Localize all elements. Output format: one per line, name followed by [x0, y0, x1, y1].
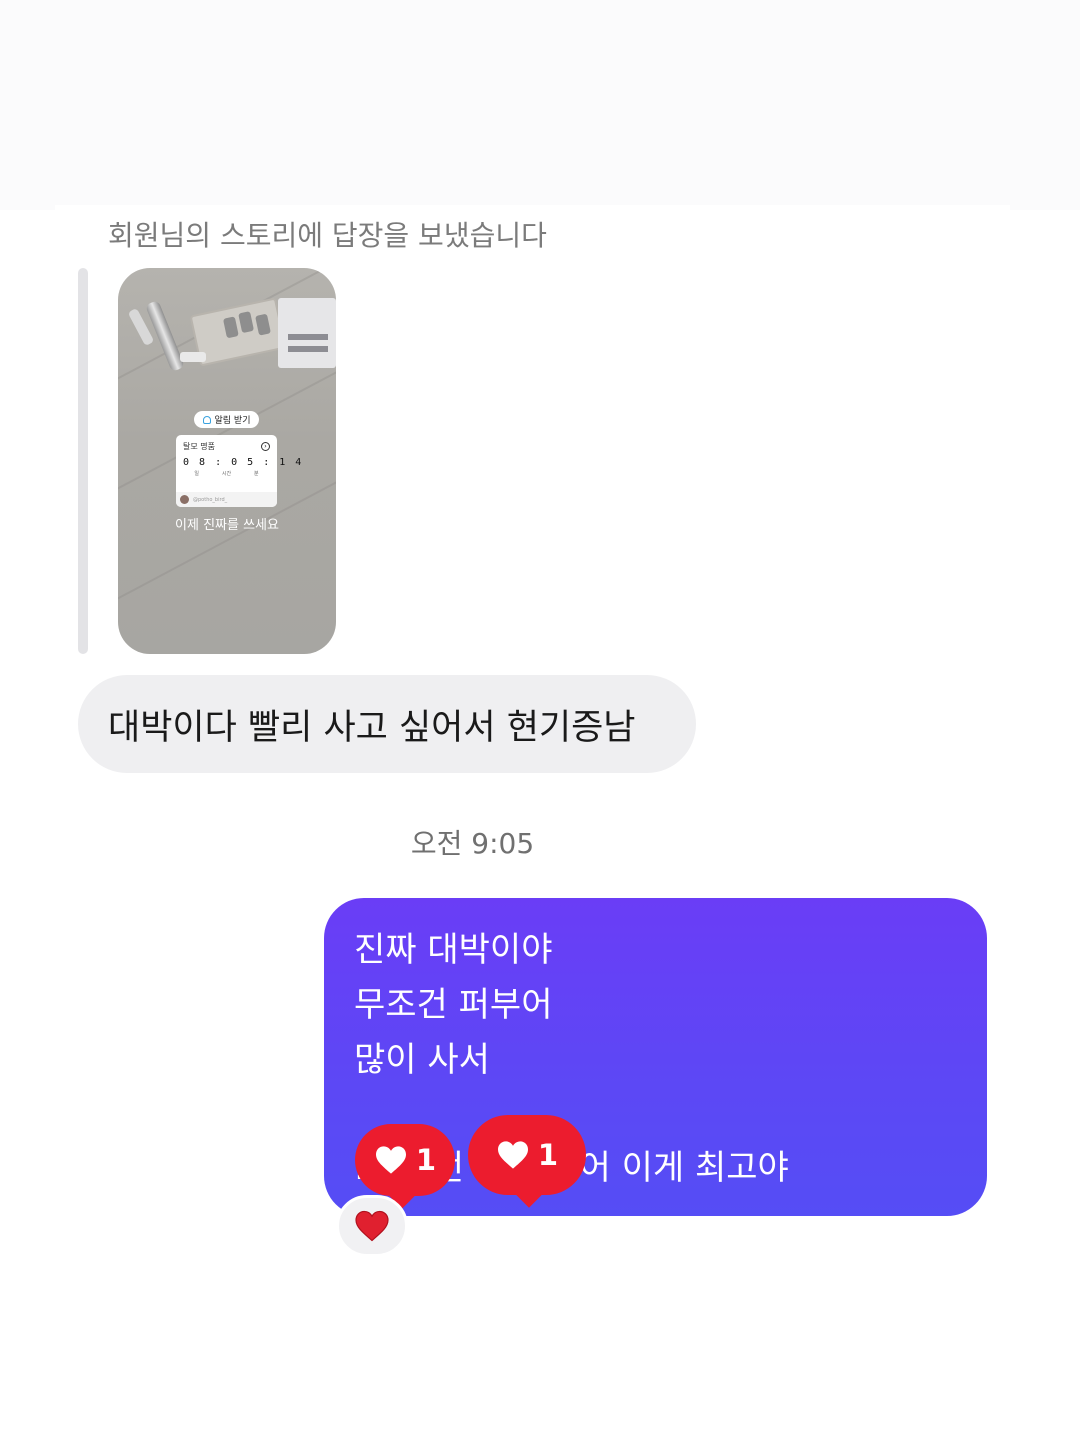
countdown-sticker: 탈모 명품 › 0 8 : 0 5 : 1 4 일 시간 분 @potho_bi…	[176, 435, 304, 507]
countdown-title: 탈모 명품	[183, 442, 215, 451]
sent-message-line: 많이 사서	[354, 1040, 490, 1080]
like-count: 1	[415, 1143, 437, 1177]
like-count-badge[interactable]: 1	[355, 1124, 455, 1209]
chevron-right-icon: ›	[261, 442, 270, 451]
alert-label: 알림 받기	[214, 416, 251, 426]
reply-quote-line	[78, 268, 88, 654]
countdown-handle: @potho_bird_	[193, 496, 228, 503]
sent-message-line: 진짜 대박이야	[354, 930, 553, 970]
countdown-unit: 분	[253, 471, 259, 477]
countdown-unit: 시간	[221, 471, 232, 477]
product-jar	[222, 316, 239, 339]
product-jar	[255, 313, 271, 336]
bell-icon	[202, 415, 211, 424]
received-message-text: 대박이다 빨리 사고 싶어서 현기증남	[108, 707, 636, 748]
product-vial	[180, 352, 206, 362]
countdown-unit: 일	[194, 471, 200, 477]
alert-pill: 알림 받기	[194, 411, 259, 428]
box-stripe	[288, 334, 328, 340]
story-preview[interactable]: 알림 받기 탈모 명품 › 0 8 : 0 5 : 1 4 일 시간 분 @po…	[118, 268, 336, 654]
like-count-badge[interactable]: 1	[468, 1115, 586, 1208]
heart-icon	[375, 1146, 406, 1174]
heart-icon	[497, 1141, 528, 1169]
like-count: 1	[537, 1138, 559, 1172]
box-stripe	[288, 346, 328, 352]
story-reply-caption: 회원님의 스토리에 답장을 보냈습니다	[108, 219, 547, 252]
message-timestamp: 오전 9:05	[410, 827, 535, 860]
red-heart-icon	[355, 1210, 389, 1242]
avatar	[180, 495, 189, 504]
empty-header-area	[0, 0, 1080, 210]
countdown-time: 0 8 : 0 5 : 1 4	[183, 457, 304, 468]
product-jar	[238, 311, 255, 334]
message-reaction[interactable]	[336, 1195, 408, 1257]
product-box	[278, 298, 336, 368]
sent-message-line: 무조건 퍼부어	[354, 985, 553, 1025]
story-caption: 이제 진짜를 쓰세요	[175, 518, 279, 533]
received-message-bubble[interactable]: 대박이다 빨리 사고 싶어서 현기증남	[78, 675, 696, 773]
